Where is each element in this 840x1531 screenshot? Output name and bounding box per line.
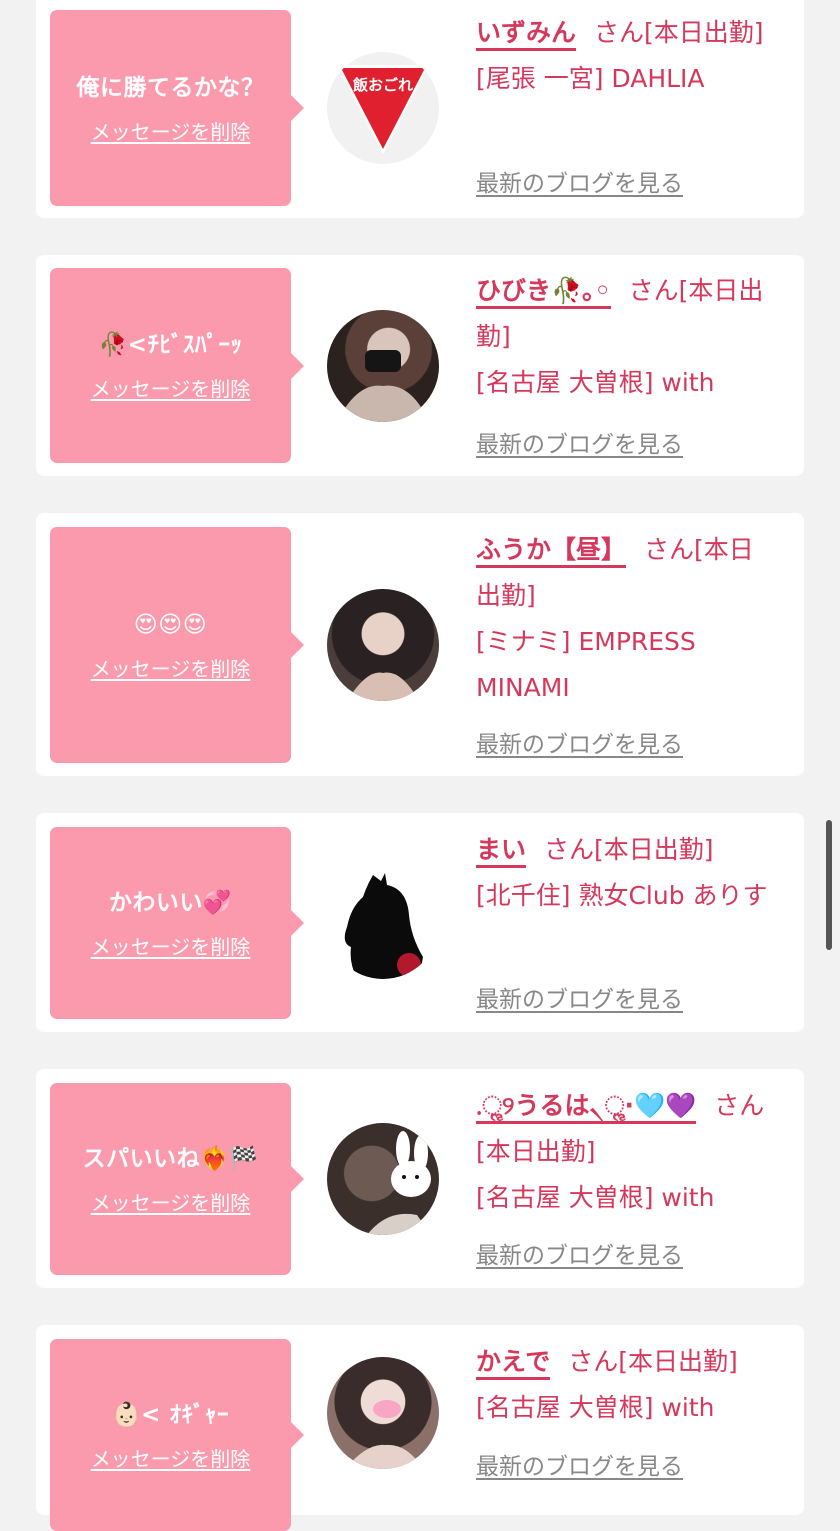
profile-name-link[interactable]: まい [476,835,527,868]
latest-blog-link[interactable]: 最新のブログを見る [476,725,683,759]
avatar-photo [347,672,419,701]
latest-blog-link[interactable]: 最新のブログを見る [476,164,683,198]
profile-info: いずみん さん[本日出勤] [尾張 一宮] DAHLIA [476,10,776,102]
message-bubble: スパいいね❤️‍🔥🏁 メッセージを削除 [50,1083,304,1275]
delete-message-link[interactable]: メッセージを削除 [91,373,251,402]
avatar-photo [367,1131,431,1235]
shop-area: [名古屋 大曽根] with [476,1393,715,1422]
profile-info: ふうか【昼】 さん[本日出勤] [ミナミ] EMPRESS MINAMI [476,527,776,711]
delete-message-link[interactable]: メッセージを削除 [91,1443,251,1472]
shop-area: [名古屋 大曽根] with [476,1183,715,1212]
avatar[interactable] [327,867,439,979]
avatar-photo [337,350,429,422]
message-text: 👶🏻< ｵｷﾞｬｰ [112,1401,229,1428]
message-card: かわいい💞 メッセージを削除 まい さん[本日出勤] [北千住] 熟女Club あ… [36,813,804,1032]
shop-area: [ミナミ] EMPRESS MINAMI [476,627,696,702]
avatar-photo [345,1400,423,1469]
avatar[interactable] [327,589,439,701]
delete-message-link[interactable]: メッセージを削除 [91,1187,251,1216]
profile-name-link[interactable]: かえで [476,1347,551,1380]
message-card: 😍😍😍 メッセージを削除 ふうか【昼】 さん[本日出勤] [ミナミ] EMPRES… [36,513,804,776]
message-bubble: 👶🏻< ｵｷﾞｬｰ メッセージを削除 [50,1339,304,1531]
avatar-silhouette-image [344,873,423,979]
attendance-status: さん[本日出勤] [568,1347,738,1376]
latest-blog-link[interactable]: 最新のブログを見る [476,1236,683,1270]
profile-info: まい さん[本日出勤] [北千住] 熟女Club ありす [476,827,776,919]
delete-message-link[interactable]: メッセージを削除 [91,931,251,960]
profile-name-link[interactable]: いずみん [476,18,577,51]
latest-blog-link[interactable]: 最新のブログを見る [476,1447,683,1481]
latest-blog-link[interactable]: 最新のブログを見る [476,425,683,459]
shop-area: [尾張 一宮] DAHLIA [476,64,705,93]
avatar[interactable] [327,310,439,422]
profile-info: ひびき🥀｡◦ さん[本日出勤] [名古屋 大曽根] with [476,268,776,406]
message-bubble: かわいい💞 メッセージを削除 [50,827,304,1019]
avatar-sign-text: 飯おごれ [352,76,413,94]
message-text: かわいい💞 [108,889,233,916]
message-card: 👶🏻< ｵｷﾞｬｰ メッセージを削除 かえで さん[本日出勤] [名古屋 大曽根]… [36,1325,804,1531]
shop-area: [北千住] 熟女Club ありす [476,881,768,910]
message-bubble: 😍😍😍 メッセージを削除 [50,527,304,763]
avatar[interactable] [327,1123,439,1235]
message-bubble: 🥀<ﾁﾋﾞｽﾊﾟｰｯ メッセージを削除 [50,268,304,463]
message-bubble: 俺に勝てるかな？ メッセージを削除 [50,10,304,206]
avatar[interactable]: 飯おごれ [327,52,439,164]
scrollbar[interactable] [826,820,832,950]
message-text: 😍😍😍 [133,611,208,638]
profile-name-link[interactable]: ふうか【昼】 [476,535,627,568]
profile-info: かえで さん[本日出勤] [名古屋 大曽根] with [476,1339,776,1431]
message-card: 俺に勝てるかな？ メッセージを削除 飯おごれ いずみん さん[本日出勤] [尾張 … [36,0,804,218]
message-text: 🥀<ﾁﾋﾞｽﾊﾟｰｯ [98,332,243,358]
attendance-status: さん[本日出勤] [594,18,764,47]
message-text: 俺に勝てるかな？ [76,74,265,101]
message-text: スパいいね❤️‍🔥🏁 [82,1145,259,1172]
avatar-sign-image: 飯おごれ [337,65,429,154]
profile-name-link[interactable]: .ૢ୨うるは৲ૢ·🩵💜 [476,1091,697,1124]
message-card: スパいいね❤️‍🔥🏁 メッセージを削除 .ૢ୨うるは৲ૢ·🩵💜 さん[本日出勤] … [36,1069,804,1288]
attendance-status: さん[本日出勤] [544,835,714,864]
shop-area: [名古屋 大曽根] with [476,368,715,397]
message-card: 🥀<ﾁﾋﾞｽﾊﾟｰｯ メッセージを削除 ひびき🥀｡◦ さん[本日出勤] [名古屋 … [36,255,804,476]
delete-message-link[interactable]: メッセージを削除 [91,653,251,682]
avatar[interactable] [327,1357,439,1469]
latest-blog-link[interactable]: 最新のブログを見る [476,980,683,1014]
profile-info: .ૢ୨うるは৲ૢ·🩵💜 さん[本日出勤] [名古屋 大曽根] with [476,1083,776,1221]
profile-name-link[interactable]: ひびき🥀｡◦ [476,276,611,309]
delete-message-link[interactable]: メッセージを削除 [91,116,251,145]
